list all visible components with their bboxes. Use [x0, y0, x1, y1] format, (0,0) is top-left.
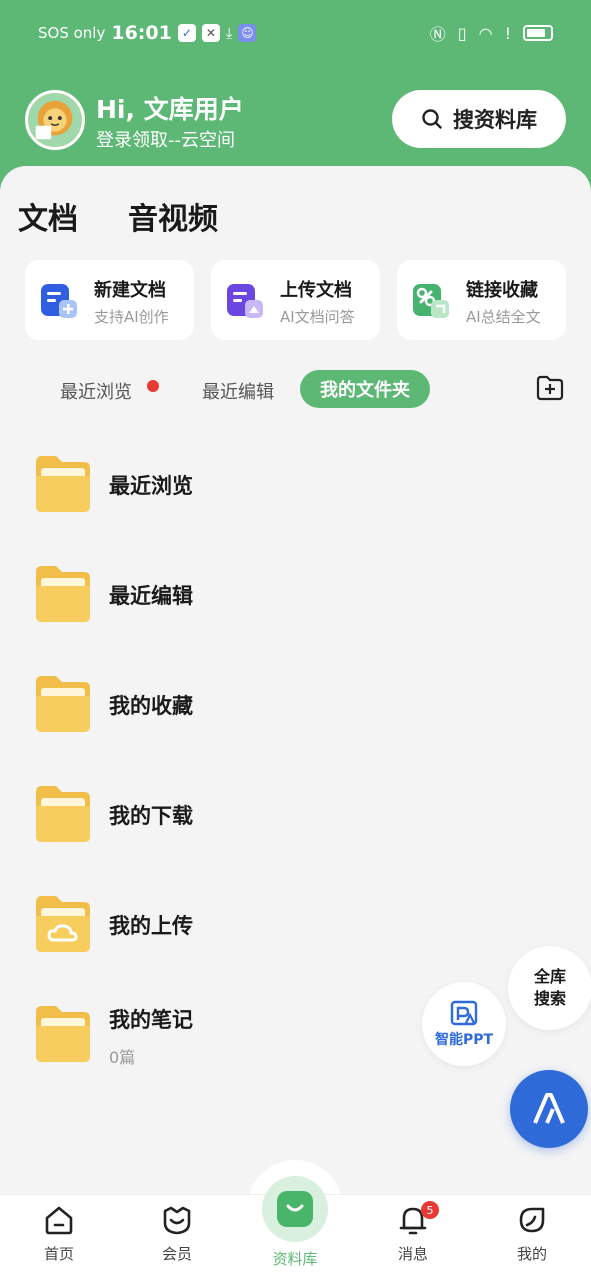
- nfc-icon: Ⓝ: [429, 25, 446, 44]
- folder-my-uploads[interactable]: 我的上传: [34, 894, 484, 964]
- tab-recent-edit[interactable]: 最近编辑: [202, 378, 274, 404]
- nav-membership[interactable]: 会员: [132, 1203, 222, 1264]
- status-time: 16:01: [111, 22, 172, 44]
- new-document-button[interactable]: 新建文档 支持AI创作: [25, 260, 194, 340]
- header: Hi, 文库用户 登录领取--云空间 搜资料库: [0, 80, 591, 164]
- download-icon: ⤓: [225, 24, 233, 42]
- profile-leaf-icon: [519, 1207, 545, 1233]
- search-library-label: 搜资料库: [453, 108, 537, 132]
- app-notification-icon: ☺: [238, 24, 257, 42]
- library-icon: [277, 1191, 313, 1227]
- nav-profile-label: 我的: [516, 1245, 547, 1263]
- greeting-text: Hi, 文库用户: [96, 95, 244, 124]
- upload-document-title: 上传文档: [280, 280, 352, 301]
- nav-messages[interactable]: 5 消息: [368, 1201, 458, 1264]
- full-search-line2: 搜索: [533, 989, 566, 1008]
- nav-library-label: 资料库: [272, 1250, 318, 1268]
- full-library-search-button[interactable]: 全库 搜索: [508, 946, 591, 1030]
- tab-audio-video-label: 音视频: [128, 202, 218, 237]
- ai-assistant-button[interactable]: [510, 1070, 588, 1148]
- folder-name: 最近浏览: [109, 474, 193, 498]
- avatar[interactable]: [25, 90, 85, 150]
- link-collect-icon: [413, 284, 449, 318]
- battery-icon: [523, 25, 553, 41]
- tab-my-folders[interactable]: 我的文件夹: [300, 370, 430, 408]
- ppt-icon: [450, 1000, 478, 1026]
- cloud-folder-icon: [36, 896, 90, 952]
- wifi-icon: ◠: [478, 23, 493, 43]
- link-collect-subtitle: AI总结全文: [466, 308, 541, 326]
- folder-my-favorites[interactable]: 我的收藏: [34, 674, 484, 744]
- folder-my-notes[interactable]: 我的笔记 0篇: [34, 1004, 484, 1094]
- new-doc-icon: [41, 284, 77, 318]
- shield-icon: ✓: [177, 24, 196, 42]
- nav-profile[interactable]: 我的: [487, 1203, 577, 1264]
- nav-membership-label: 会员: [161, 1245, 192, 1263]
- lion-mascot-icon: [28, 93, 82, 147]
- membership-icon: [163, 1206, 191, 1235]
- full-search-line1: 全库: [533, 967, 566, 986]
- folder-name: 我的上传: [109, 914, 193, 938]
- smart-ppt-label: 智能PPT: [434, 1032, 494, 1048]
- nav-home-label: 首页: [43, 1245, 74, 1263]
- folder-recent-browse[interactable]: 最近浏览: [34, 454, 484, 524]
- folder-name: 我的下载: [109, 804, 193, 828]
- folder-recent-edit[interactable]: 最近编辑: [34, 564, 484, 634]
- folder-name: 最近编辑: [109, 584, 193, 608]
- folder-sub-tabs: 最近浏览 最近编辑 我的文件夹: [0, 370, 591, 410]
- top-tabs: 文档 音视频: [18, 194, 218, 238]
- alert-icon: !: [504, 23, 511, 43]
- tab-audio-video[interactable]: 音视频: [128, 194, 218, 238]
- upload-doc-icon: [227, 284, 263, 318]
- upload-document-subtitle: AI文档问答: [280, 308, 355, 326]
- unread-dot: [147, 380, 159, 392]
- folder-my-downloads[interactable]: 我的下载: [34, 784, 484, 854]
- login-reward-link[interactable]: 登录领取--云空间: [96, 126, 235, 152]
- folder-icon: [36, 566, 90, 622]
- folder-icon: [36, 1006, 90, 1062]
- new-document-subtitle: 支持AI创作: [94, 308, 169, 326]
- link-collect-title: 链接收藏: [466, 280, 538, 301]
- folder-name: 我的笔记: [109, 1008, 193, 1032]
- search-library-button[interactable]: 搜资料库: [392, 90, 566, 148]
- folder-icon: [36, 456, 90, 512]
- battery-fill: [527, 29, 545, 37]
- nav-library-button[interactable]: [262, 1176, 328, 1242]
- close-badge-icon: ✕: [201, 24, 220, 42]
- tab-documents[interactable]: 文档: [18, 194, 78, 238]
- link-collect-button[interactable]: 链接收藏 AI总结全文: [397, 260, 566, 340]
- main-panel: 文档 音视频 新建文档 支持AI创作 上传文档 AI文档问答 链接收藏 AI总结…: [0, 166, 591, 1196]
- tab-recent-browse[interactable]: 最近浏览: [60, 378, 132, 404]
- new-document-title: 新建文档: [94, 280, 166, 301]
- smart-ppt-button[interactable]: 智能PPT: [422, 982, 506, 1066]
- quick-actions: 新建文档 支持AI创作 上传文档 AI文档问答 链接收藏 AI总结全文: [25, 260, 566, 340]
- search-icon: [422, 109, 442, 129]
- home-icon: [45, 1206, 73, 1235]
- folder-icon: [36, 786, 90, 842]
- tab-documents-label: 文档: [18, 202, 78, 237]
- smile-icon: [286, 1204, 304, 1212]
- folder-name: 我的收藏: [109, 694, 193, 718]
- message-count-badge: 5: [421, 1201, 439, 1219]
- nav-messages-label: 消息: [397, 1245, 428, 1263]
- status-bar: SOS only 16:01 ✓ ✕ ⤓ ☺ Ⓝ ▯ ◠ !: [0, 0, 591, 66]
- carrier-label: SOS only: [38, 24, 106, 42]
- vibrate-icon: ▯: [457, 23, 467, 43]
- folder-icon: [36, 676, 90, 732]
- new-folder-icon[interactable]: [536, 374, 564, 402]
- folder-count: 0篇: [109, 1048, 136, 1067]
- nav-home[interactable]: 首页: [14, 1203, 104, 1264]
- upload-document-button[interactable]: 上传文档 AI文档问答: [211, 260, 380, 340]
- ai-logo-icon: [533, 1093, 565, 1124]
